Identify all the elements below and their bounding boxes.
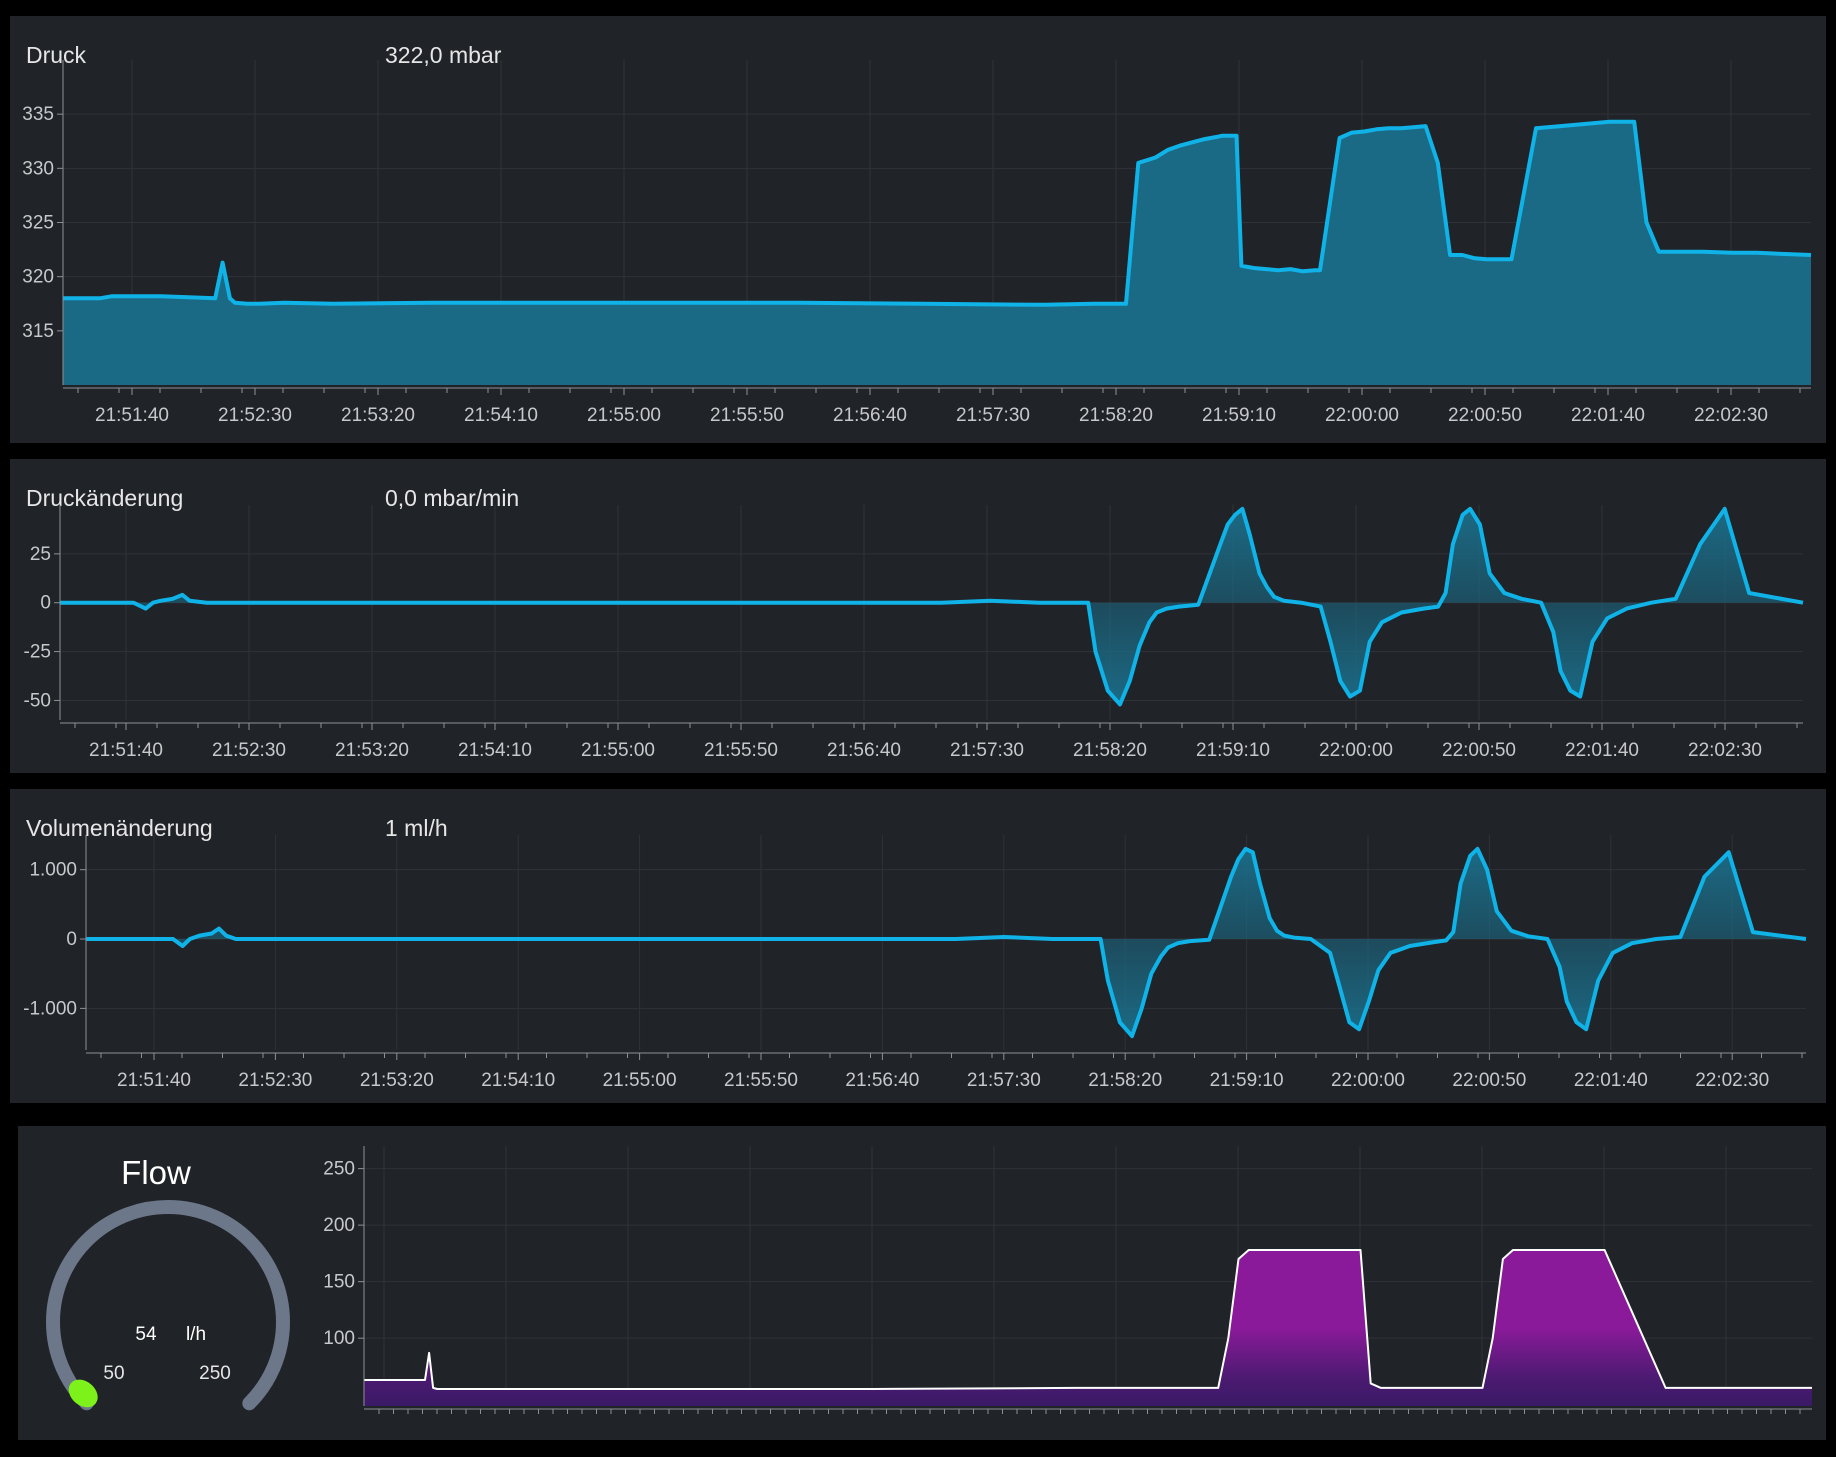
axes: 25 0 -25 -50 21:51:40 21:52:30 21:53:20 21:54:1… (24, 505, 1803, 761)
x-tick-label: 22:02:30 (1695, 1070, 1769, 1091)
volumenaenderung-chart[interactable]: 1.000 0 -1.000 21:51:40 21:52:30 21:53:20 21:5… (10, 789, 1826, 1103)
grid (60, 505, 1803, 720)
y-tick-label: 325 (22, 213, 54, 234)
x-tick-label: 22:01:40 (1571, 405, 1645, 426)
x-tick-label: 22:00:50 (1442, 740, 1516, 761)
panel-druckaenderung: Druckänderung 0,0 mbar/min 25 0 -25 -50 21:5… (10, 459, 1826, 773)
x-tick-label: 21:55:50 (704, 740, 778, 761)
x-tick-label: 21:53:20 (360, 1070, 434, 1091)
x-tick-label: 21:59:10 (1210, 1070, 1284, 1091)
x-tick-label: 22:00:00 (1331, 1070, 1405, 1091)
panel-volumenaenderung: Volumenänderung 1 ml/h 1.000 0 -1.000 21:51… (10, 789, 1826, 1103)
x-tick-label: 21:55:50 (710, 405, 784, 426)
area-fill (63, 121, 1811, 385)
x-tick-label: 22:02:30 (1694, 405, 1768, 426)
x-tick-label: 21:51:40 (95, 405, 169, 426)
x-tick-label: 21:59:10 (1196, 740, 1270, 761)
y-tick-label: 335 (22, 104, 54, 125)
x-tick-label: 21:55:00 (603, 1070, 677, 1091)
y-tick-label: -25 (24, 642, 51, 663)
series-line (60, 506, 1804, 707)
y-tick-label: 150 (323, 1272, 355, 1293)
druckaenderung-chart[interactable]: 25 0 -25 -50 21:51:40 21:52:30 21:53:20 21:54:1… (10, 459, 1826, 773)
x-tick-label: 21:57:30 (967, 1070, 1041, 1091)
y-tick-label: 200 (323, 1215, 355, 1236)
x-tick-label: 21:58:20 (1073, 740, 1147, 761)
x-tick-label: 22:01:40 (1574, 1070, 1648, 1091)
y-tick-label: 250 (323, 1159, 355, 1180)
x-tick-label: 21:52:30 (238, 1070, 312, 1091)
x-tick-label: 21:59:10 (1202, 405, 1276, 426)
y-tick-label: -1.000 (23, 998, 77, 1019)
x-tick-label: 21:54:10 (464, 405, 538, 426)
x-tick-label: 21:53:20 (335, 740, 409, 761)
x-tick-label: 21:56:40 (827, 740, 901, 761)
x-tick-label: 21:52:30 (218, 405, 292, 426)
y-tick-label: 320 (22, 267, 54, 288)
x-tick-label: 21:54:10 (481, 1070, 555, 1091)
panel-druck: Druck 322,0 mbar 315 320 325 330 335 21:51:40… (10, 16, 1826, 443)
y-tick-label: 0 (66, 929, 77, 950)
x-tick-label: 21:57:30 (956, 405, 1030, 426)
y-tick-label: 100 (323, 1328, 355, 1349)
y-tick-label: 0 (40, 593, 51, 614)
y-tick-label: 1.000 (29, 860, 77, 881)
x-tick-label: 22:00:00 (1319, 740, 1393, 761)
x-tick-label: 21:52:30 (212, 740, 286, 761)
x-tick-label: 22:00:50 (1448, 405, 1522, 426)
axes: 1.000 0 -1.000 21:51:40 21:52:30 21:53:20 21:5… (23, 835, 1806, 1091)
flow-chart[interactable]: 250 200 150 100 (18, 1126, 1826, 1440)
x-tick-label: 21:57:30 (950, 740, 1024, 761)
druck-chart[interactable]: 315 320 325 330 335 21:51:40 21:52:30 21:53:20 2… (10, 16, 1826, 443)
x-tick-label: 21:58:20 (1088, 1070, 1162, 1091)
x-tick-label: 22:01:40 (1565, 740, 1639, 761)
x-tick-label: 22:00:00 (1325, 405, 1399, 426)
x-tick-label: 21:55:50 (724, 1070, 798, 1091)
y-tick-label: 315 (22, 321, 54, 342)
x-tick-label: 21:58:20 (1079, 405, 1153, 426)
y-tick-label: 330 (22, 158, 54, 179)
x-tick-label: 21:56:40 (833, 405, 907, 426)
y-tick-label: 25 (30, 544, 51, 565)
x-tick-label: 21:54:10 (458, 740, 532, 761)
x-tick-label: 21:51:40 (89, 740, 163, 761)
x-tick-label: 21:55:00 (587, 405, 661, 426)
x-tick-label: 21:53:20 (341, 405, 415, 426)
x-tick-label: 22:02:30 (1688, 740, 1762, 761)
x-tick-label: 22:00:50 (1452, 1070, 1526, 1091)
x-tick-label: 21:55:00 (581, 740, 655, 761)
x-tick-label: 21:51:40 (117, 1070, 191, 1091)
y-tick-label: -50 (24, 690, 51, 711)
area-fill (364, 1250, 1812, 1406)
x-tick-label: 21:56:40 (845, 1070, 919, 1091)
panel-flow: Flow 54 l/h 50 250 250 200 150 100 (18, 1126, 1826, 1440)
